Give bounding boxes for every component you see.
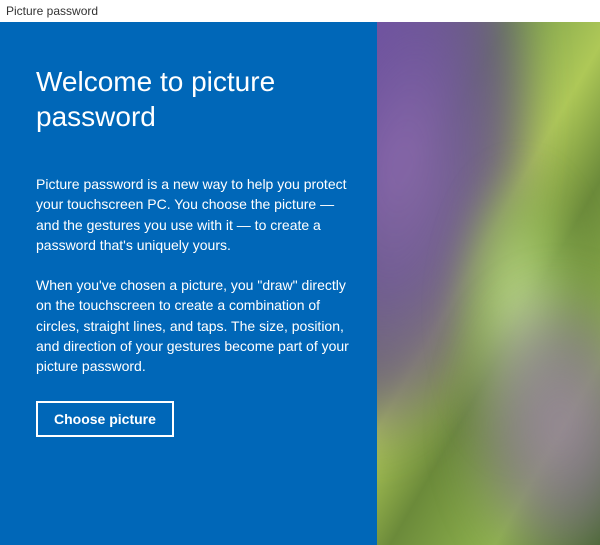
picture-preview (377, 22, 600, 545)
window-title: Picture password (6, 4, 98, 18)
page-heading: Welcome to picture password (36, 64, 349, 134)
choose-picture-button[interactable]: Choose picture (36, 401, 174, 437)
preview-image-placeholder (450, 162, 590, 462)
description-paragraph-1: Picture password is a new way to help yo… (36, 174, 349, 255)
content-area: Welcome to picture password Picture pass… (0, 22, 600, 545)
info-panel: Welcome to picture password Picture pass… (0, 22, 377, 545)
description-paragraph-2: When you've chosen a picture, you "draw"… (36, 275, 349, 376)
window-title-bar: Picture password (0, 0, 600, 22)
